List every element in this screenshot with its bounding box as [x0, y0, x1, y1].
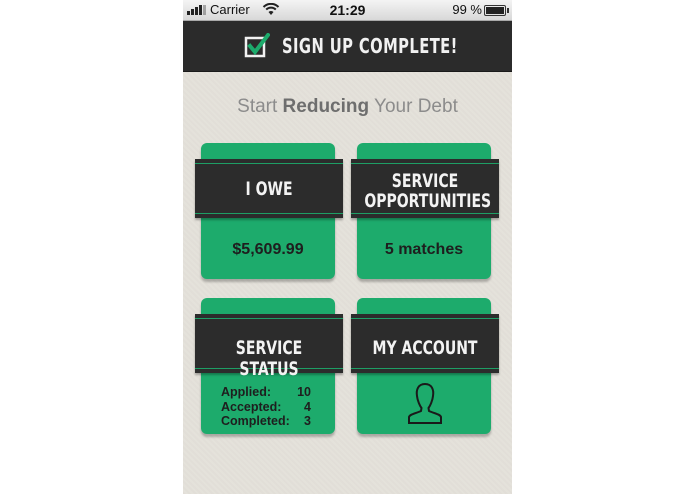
stat-value: 4 [304, 399, 311, 414]
phone-screen: Carrier 21:29 99 % SIGN UP COMPLETE! Sta… [183, 0, 512, 494]
tile-service-opportunities[interactable]: SERVICE OPPORTUNITIES 5 matches [351, 143, 499, 279]
subtitle: Start Reducing Your Debt [183, 96, 512, 118]
tile-label-line-2: OPPORTUNITIES [364, 190, 492, 212]
title-bar: SIGN UP COMPLETE! [183, 21, 512, 72]
subtitle-end: Your Debt [369, 96, 458, 117]
stat-row-applied: Applied: 10 [221, 385, 311, 400]
tile-label: MY ACCOUNT [372, 337, 478, 359]
battery-percent: 99 % [452, 2, 482, 17]
person-silhouette-icon [408, 382, 442, 424]
tile-my-account[interactable]: MY ACCOUNT [351, 298, 499, 434]
tile-label: I OWE [245, 178, 293, 200]
stat-label: Applied: [221, 385, 271, 399]
status-bar: Carrier 21:29 99 % [183, 0, 512, 21]
battery-icon [484, 5, 509, 16]
subtitle-bold: Reducing [282, 96, 370, 117]
tile-label: SERVICE STATUS [235, 337, 303, 380]
stat-value: 10 [297, 385, 311, 399]
stat-label: Completed: [221, 414, 290, 428]
tile-label-line-1: SERVICE [391, 170, 459, 192]
page-title: SIGN UP COMPLETE! [281, 34, 458, 58]
tile-service-status[interactable]: SERVICE STATUS Applied: 10 Accepted: 4 C… [195, 298, 343, 434]
amount-owed: $5,609.99 [232, 241, 304, 258]
tile-i-owe[interactable]: I OWE $5,609.99 [195, 143, 343, 279]
stat-label: Accepted: [221, 399, 282, 414]
status-stats: Applied: 10 Accepted: 4 Completed: 3 [221, 385, 311, 429]
stat-value: 3 [304, 414, 311, 428]
stat-row-accepted: Accepted: 4 [221, 400, 311, 415]
checkbox-checked-icon [244, 33, 270, 58]
matches-count: 5 matches [384, 241, 464, 258]
stat-row-completed: Completed: 3 [221, 414, 311, 429]
subtitle-start: Start [237, 96, 283, 117]
